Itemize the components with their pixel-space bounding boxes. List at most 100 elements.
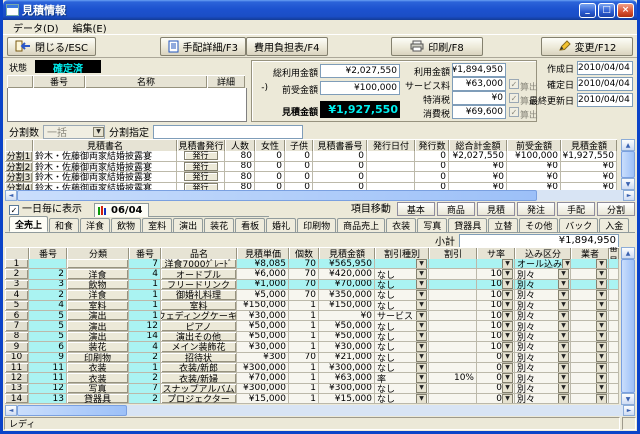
chevron-down-icon[interactable]: ▼ [558,311,569,321]
grid-cell-svc_rate[interactable]: 0▼ [477,394,515,404]
titlebar[interactable]: 見積情報 _ □ × [3,0,637,20]
grid-cell-discount[interactable] [429,353,477,363]
grid-cell-price[interactable]: ¥50,000 [237,321,289,331]
grid-cell-item[interactable]: 衣装/新郎 [161,363,237,373]
grid-cell-vendor[interactable]: ▼ [571,311,609,321]
grid-cell-price[interactable]: ¥50,000 [237,332,289,342]
grid-cell-qty[interactable]: 1 [289,311,319,321]
chevron-down-icon[interactable]: ▼ [558,269,569,279]
grid-cell-item[interactable]: フリードリンク [161,280,237,290]
move-button-3[interactable]: 発注 [517,202,555,216]
move-button-1[interactable]: 商品 [437,202,475,216]
split-cell-advance[interactable]: ¥0 [507,172,561,183]
chevron-down-icon[interactable]: ▼ [558,321,569,331]
grid-cell-category[interactable]: 演出 [67,321,129,331]
issue-button[interactable]: 発行 [184,183,218,190]
chevron-down-icon[interactable]: ▼ [558,373,569,383]
grid-cell-qty[interactable]: 70 [289,280,319,290]
split-cell-estimate[interactable]: ¥0 [561,183,617,191]
split-cell-name[interactable]: 鈴木・佐藤御両家結婚披露宴 [33,151,177,162]
grid-cell-category[interactable]: 印刷物 [67,353,129,363]
grid-cell-item[interactable]: メイン装飾花 [161,342,237,352]
grid-cell-discount_type[interactable]: なし▼ [375,280,429,290]
chevron-down-icon[interactable]: ▼ [558,301,569,311]
tab-16[interactable]: バック [559,218,598,232]
grid-cell-cat_no[interactable]: 2 [29,290,67,300]
grid-cell-discount[interactable] [429,301,477,311]
grid-cell-svc_rate[interactable]: 10▼ [477,332,515,342]
grid-cell-qty[interactable]: 1 [289,363,319,373]
grid-cell-amount[interactable]: ¥63,000 [319,373,375,383]
grid-cell-inclusion[interactable]: 別々▼ [515,280,571,290]
chevron-down-icon[interactable]: ▼ [558,280,569,290]
split-cell-children[interactable]: 0 [285,162,313,173]
grid-cell-amount[interactable]: ¥420,000 [319,269,375,279]
grid-cell-inclusion[interactable]: 別々▼ [515,301,571,311]
grid-cell-discount_type[interactable]: 率▼ [375,373,429,383]
split-cell-women[interactable]: 0 [255,183,285,191]
grid-cell-svc_rate[interactable]: 10▼ [477,280,515,290]
grid-cell-item_no[interactable]: 7 [129,259,161,269]
grid-cell-qty[interactable]: 1 [289,373,319,383]
split-cell-advance[interactable]: ¥0 [507,162,561,173]
split-cell-estimate[interactable]: ¥0 [561,172,617,183]
tab-14[interactable]: 立替 [488,218,518,232]
grid-cell-category[interactable]: 洋食 [67,269,129,279]
tab-1[interactable]: 和食 [49,218,79,232]
grid-cell-discount[interactable]: 10% [429,373,477,383]
split-cell-name[interactable]: 鈴木・佐藤御両家結婚披露宴 [33,183,177,191]
grid-cell-item[interactable]: 御婚礼料理 [161,290,237,300]
grid-cell-cat_no[interactable]: 5 [29,321,67,331]
grid-cell-category[interactable]: 衣装 [67,373,129,383]
grid-cell-item_no[interactable]: 2 [129,353,161,363]
split-cell-people[interactable]: 80 [225,151,255,162]
grid-cell-svc_rate[interactable]: 0▼ [477,373,515,383]
chevron-down-icon[interactable]: ▼ [502,363,513,373]
grid-cell-category[interactable]: 室料 [67,301,129,311]
split-cell-advance[interactable]: ¥0 [507,183,561,191]
grid-cell-item[interactable]: 衣装/新婦 [161,373,237,383]
chevron-down-icon[interactable]: ▼ [416,342,427,352]
split-cell-issue[interactable]: 発行 [177,151,225,162]
grid-cell-discount_type[interactable]: なし▼ [375,363,429,373]
grid-cell-item[interactable]: 演出その他 [161,332,237,342]
grid-cell-amount[interactable]: ¥0 [319,311,375,321]
grid-cell-qty[interactable]: 70 [289,259,319,269]
grid-cell-discount_type[interactable]: なし▼ [375,332,429,342]
scroll-down-icon[interactable]: ▼ [621,178,635,190]
grid-cell-price[interactable]: ¥30,000 [237,311,289,321]
grid-cell-vendor[interactable]: ▼ [571,353,609,363]
date-tab[interactable]: 06/04 [94,203,149,217]
move-button-5[interactable]: 分割 [597,202,635,216]
scroll-down-icon[interactable]: ▼ [621,393,635,405]
chevron-down-icon[interactable]: ▼ [558,342,569,352]
chevron-down-icon[interactable]: ▼ [558,394,569,404]
scroll-right-icon[interactable]: ► [623,405,635,416]
chevron-down-icon[interactable]: ▼ [502,394,513,404]
split-cell-people[interactable]: 80 [225,162,255,173]
chevron-down-icon[interactable]: ▼ [558,363,569,373]
grid-cell-vendor[interactable]: ▼ [571,269,609,279]
grid-cell-cat_no[interactable]: 3 [29,280,67,290]
grid-cell-item_no[interactable]: 4 [129,269,161,279]
chevron-down-icon[interactable]: ▼ [416,321,427,331]
chevron-down-icon[interactable]: ▼ [596,311,607,321]
grid-cell-item_no[interactable]: 1 [129,363,161,373]
move-button-4[interactable]: 手配 [557,202,595,216]
grid-cell-cat_no[interactable]: 12 [29,384,67,394]
chevron-down-icon[interactable]: ▼ [416,301,427,311]
split-cell-issue[interactable]: 発行 [177,162,225,173]
grid-cell-amount[interactable]: ¥565,950 [319,259,375,269]
chevron-down-icon[interactable]: ▼ [502,269,513,279]
grid-cell-item_no[interactable]: 1 [129,301,161,311]
print-button[interactable]: 印刷/F8 [391,37,483,56]
grid-cell-item[interactable]: ウェディングケーキ( [161,311,237,321]
grid-cell-qty[interactable]: 1 [289,321,319,331]
grid-cell-item[interactable]: ピアノ [161,321,237,331]
grid-cell-qty[interactable]: 1 [289,384,319,394]
split-cell-grand_total[interactable]: ¥0 [449,172,507,183]
reference-table-body[interactable] [7,88,247,122]
split-cell-children[interactable]: 0 [285,172,313,183]
grid-cell-item[interactable]: 洋食7000ｸﾞﾚｰﾄﾞ [161,259,237,269]
grid-cell-vendor[interactable]: ▼ [571,332,609,342]
